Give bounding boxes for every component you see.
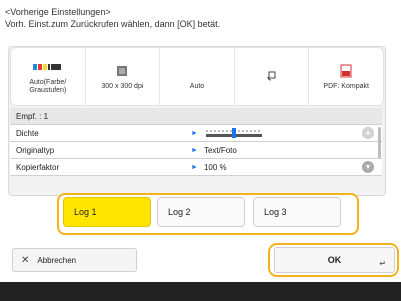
arrow-icon: ► bbox=[191, 146, 198, 154]
pdf-cell: PDF: Kompakt bbox=[309, 48, 383, 105]
settings-summary: Auto(Farbe/ Graustufen) 300 x 300 dpi Au… bbox=[10, 47, 384, 106]
scrollbar[interactable] bbox=[378, 127, 381, 158]
log-1-button[interactable]: Log 1 bbox=[63, 197, 151, 227]
density-scale-icon bbox=[205, 128, 262, 138]
original-type-value: Text/Foto bbox=[203, 145, 237, 155]
enter-icon: ↵ bbox=[379, 259, 386, 268]
color-mode-cell: Auto(Farbe/ Graustufen) bbox=[11, 48, 86, 105]
rotate-cell bbox=[235, 48, 310, 105]
log-3-label: Log 3 bbox=[264, 207, 287, 217]
log-3-button[interactable]: Log 3 bbox=[253, 197, 341, 227]
list-item-original-type[interactable]: Originaltyp ► Text/Foto bbox=[10, 142, 382, 159]
log-1-label: Log 1 bbox=[74, 207, 97, 217]
rotate-icon bbox=[266, 67, 278, 83]
cancel-button[interactable]: ✕ Abbrechen bbox=[12, 248, 137, 272]
header-instruction: Vorh. Einst.zum Zurückrufen wählen, dann… bbox=[5, 19, 221, 29]
recipient-count: Empf. : 1 bbox=[16, 111, 49, 121]
auto-cell: Auto bbox=[160, 48, 235, 105]
list-header-row: Empf. : 1 bbox=[10, 108, 382, 125]
pdf-icon bbox=[340, 63, 352, 79]
resolution-icon bbox=[116, 63, 128, 79]
header-title: <Vorherige Einstellungen> bbox=[5, 7, 111, 17]
settings-detail-list[interactable]: Empf. : 1 Dichte ► ● Originaltyp ► Text/… bbox=[10, 108, 382, 176]
color-mode-label: Auto(Farbe/ Graustufen) bbox=[29, 78, 67, 94]
scroll-down-icon[interactable]: ▼ bbox=[362, 161, 374, 173]
bottom-status-bar bbox=[0, 282, 401, 301]
auto-label: Auto bbox=[189, 82, 205, 90]
copy-ratio-value: 100 % bbox=[203, 162, 227, 172]
ok-button[interactable]: OK ↵ bbox=[274, 247, 395, 273]
close-icon: ✕ bbox=[21, 254, 30, 266]
resolution-label: 300 x 300 dpi bbox=[101, 82, 144, 90]
resolution-cell: 300 x 300 dpi bbox=[86, 48, 161, 105]
log-2-label: Log 2 bbox=[168, 207, 191, 217]
list-item-copy-ratio[interactable]: Kopierfaktor ► 100 % ▼ bbox=[10, 159, 382, 176]
arrow-icon: ► bbox=[191, 163, 198, 171]
log-2-button[interactable]: Log 2 bbox=[157, 197, 245, 227]
header: <Vorherige Einstellungen> Vorh. Einst.zu… bbox=[5, 6, 220, 30]
info-icon[interactable]: ● bbox=[362, 127, 374, 139]
ok-label: OK bbox=[327, 255, 342, 265]
cancel-label: Abbrechen bbox=[37, 255, 77, 265]
pdf-label: PDF: Kompakt bbox=[323, 82, 369, 90]
list-item-density[interactable]: Dichte ► ● bbox=[10, 125, 382, 142]
arrow-icon: ► bbox=[191, 129, 198, 137]
color-mode-icon bbox=[32, 59, 63, 75]
